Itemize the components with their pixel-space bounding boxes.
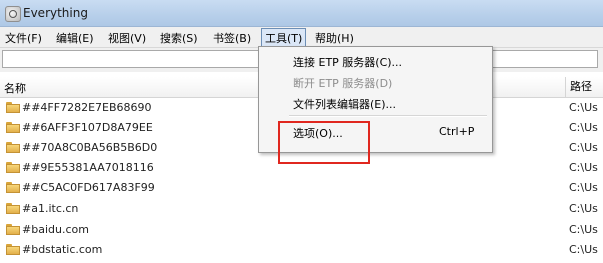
folder-icon (6, 224, 20, 235)
folder-icon (6, 182, 20, 193)
result-row[interactable]: #a1.itc.cn C:\Us (0, 199, 603, 219)
file-path: C:\Us (569, 101, 598, 114)
menu-edit[interactable]: 编辑(E) (56, 30, 94, 46)
menu-bookmarks[interactable]: 书签(B) (213, 30, 251, 46)
result-row[interactable]: #baidu.com C:\Us (0, 220, 603, 240)
menu-view[interactable]: 视图(V) (108, 30, 146, 46)
folder-icon (6, 244, 20, 255)
column-header-name[interactable]: 名称 (4, 80, 26, 96)
column-header-path[interactable]: 路径 (565, 77, 603, 97)
menu-item-label: 连接 ETP 服务器(C)... (293, 56, 403, 69)
menu-item-label: 断开 ETP 服务器(D) (293, 77, 393, 90)
folder-icon (6, 102, 20, 113)
file-name: #bdstatic.com (22, 243, 103, 256)
file-path: C:\Us (569, 141, 598, 154)
menu-item-shortcut: Ctrl+P (439, 125, 475, 138)
file-path: C:\Us (569, 121, 598, 134)
file-name: ##9E55381AA7018116 (22, 161, 154, 174)
file-name: ##C5AC0FD617A83F99 (22, 181, 155, 194)
highlight-annotation-box (278, 121, 370, 164)
app-icon (5, 6, 21, 22)
title-bar: Everything (0, 0, 603, 27)
result-row[interactable]: #bdstatic.com C:\Us (0, 240, 603, 260)
folder-icon (6, 203, 20, 214)
file-name: ##70A8C0BA56B5B6D0 (22, 141, 158, 154)
folder-icon (6, 162, 20, 173)
file-path: C:\Us (569, 161, 598, 174)
result-row[interactable]: ##C5AC0FD617A83F99 C:\Us (0, 178, 603, 198)
menu-tools[interactable]: 工具(T) (261, 28, 307, 48)
folder-icon (6, 122, 20, 133)
menu-item-file-list-editor[interactable]: 文件列表编辑器(E)... (259, 93, 492, 113)
menu-bar: 文件(F) 编辑(E) 视图(V) 搜索(S) 书签(B) 工具(T) 帮助(H… (0, 27, 603, 48)
folder-icon (6, 142, 20, 153)
menu-file[interactable]: 文件(F) (5, 30, 42, 46)
menu-help[interactable]: 帮助(H) (315, 30, 354, 46)
menu-item-label: 文件列表编辑器(E)... (293, 98, 397, 111)
file-path: C:\Us (569, 181, 598, 194)
file-path: C:\Us (569, 223, 598, 236)
file-name: ##6AFF3F107D8A79EE (22, 121, 153, 134)
menu-item-disconnect-etp: 断开 ETP 服务器(D) (259, 72, 492, 92)
file-name: ##4FF7282E7EB68690 (22, 101, 152, 114)
menu-separator (289, 115, 487, 117)
menu-item-connect-etp[interactable]: 连接 ETP 服务器(C)... (259, 51, 492, 71)
file-name: #a1.itc.cn (22, 202, 79, 215)
file-path: C:\Us (569, 202, 598, 215)
menu-search[interactable]: 搜索(S) (160, 30, 198, 46)
window-title: Everything (23, 6, 88, 20)
file-path: C:\Us (569, 243, 598, 256)
file-name: #baidu.com (22, 223, 89, 236)
